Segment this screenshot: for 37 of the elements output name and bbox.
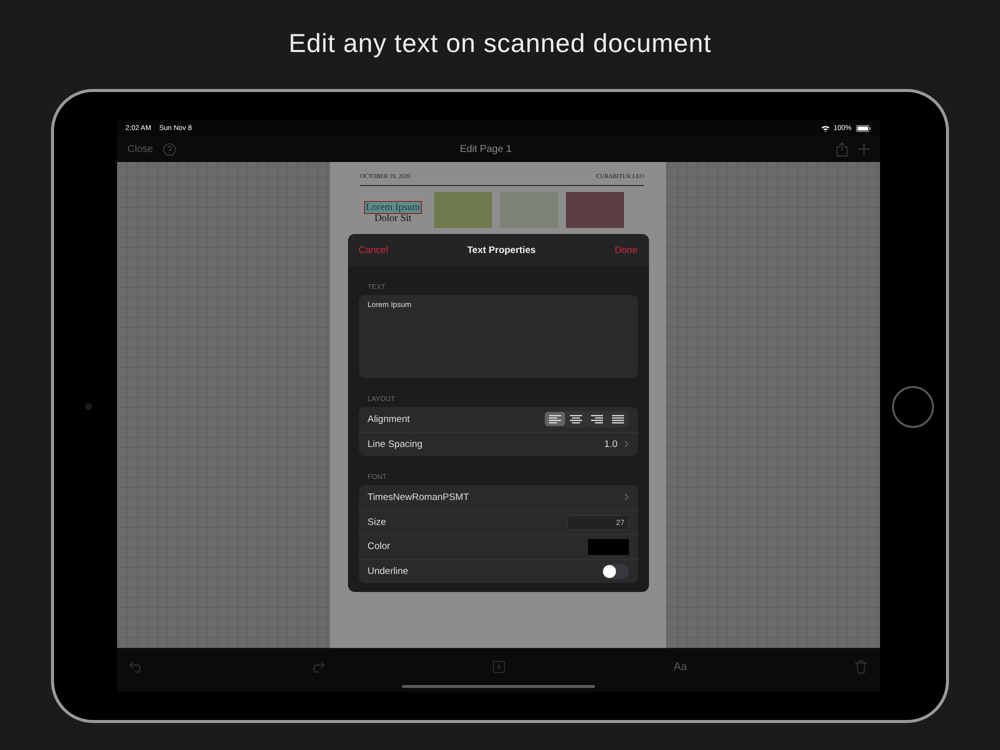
selected-text[interactable]: Lorem Ipsum xyxy=(364,202,422,213)
sheet-title: Text Properties xyxy=(467,244,536,256)
line-spacing-value[interactable]: 1.0 xyxy=(604,438,618,450)
cancel-button[interactable]: Cancel xyxy=(358,244,388,256)
battery-icon xyxy=(856,124,870,132)
photo-placeholder xyxy=(566,192,624,228)
text-box-icon[interactable] xyxy=(493,661,506,673)
document-subtitle: Dolor Sit xyxy=(374,213,412,224)
share-icon[interactable] xyxy=(836,142,848,156)
chevron-icon xyxy=(624,493,628,502)
done-button[interactable]: Done xyxy=(614,244,638,256)
color-label: Color xyxy=(368,541,390,552)
align-left-icon xyxy=(548,414,560,424)
wifi-icon xyxy=(820,124,830,132)
photo-placeholder xyxy=(434,192,492,228)
nav-title: Edit Page 1 xyxy=(458,144,513,154)
alignment-label: Alignment xyxy=(368,414,410,425)
camera-dot xyxy=(85,403,92,410)
align-right-icon xyxy=(590,414,602,424)
headline: Edit any text on scanned document xyxy=(288,28,712,60)
font-name[interactable]: TimesNewRomanPSMT xyxy=(368,492,470,503)
redo-icon[interactable] xyxy=(310,661,325,673)
help-icon[interactable] xyxy=(163,142,176,156)
font-button[interactable]: Aa xyxy=(674,661,688,673)
color-swatch[interactable] xyxy=(588,538,628,555)
underline-toggle[interactable] xyxy=(602,564,628,579)
trash-icon[interactable] xyxy=(855,660,868,674)
size-label: Size xyxy=(368,516,386,528)
add-icon[interactable] xyxy=(858,143,870,155)
line-spacing-label: Line Spacing xyxy=(368,438,422,450)
align-center-icon xyxy=(570,414,582,424)
underline-label: Underline xyxy=(368,566,408,577)
chevron-icon xyxy=(624,440,628,448)
undo-icon[interactable] xyxy=(128,661,142,673)
align-justify-icon xyxy=(612,414,624,424)
close-button[interactable]: Close xyxy=(128,144,154,154)
align-left-button[interactable] xyxy=(544,412,564,426)
